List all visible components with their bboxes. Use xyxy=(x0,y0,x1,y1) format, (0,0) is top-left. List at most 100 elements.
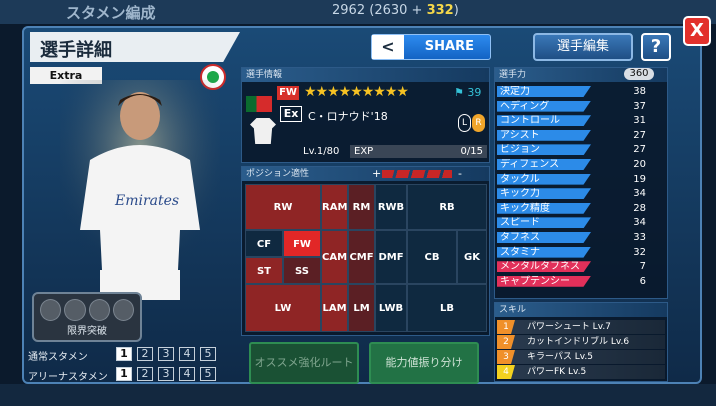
stat-allocate-button[interactable]: 能力値振り分け xyxy=(369,342,479,384)
stat-row: コントロール 31 xyxy=(497,115,666,127)
position-rw: RW xyxy=(245,184,321,230)
share-button[interactable]: < SHARE xyxy=(371,34,491,60)
position-lam: LAM xyxy=(321,284,348,332)
limit-break-panel[interactable]: 限界突破 xyxy=(32,292,142,342)
starter-slot-3[interactable]: 3 xyxy=(158,367,174,381)
position-cf: CF xyxy=(245,230,283,257)
stat-label: メンタルタフネス xyxy=(497,261,591,273)
position-cb: CB xyxy=(407,230,457,284)
stat-label: タックル xyxy=(497,173,591,185)
exp-value: 0/15 xyxy=(460,146,483,157)
limit-slot xyxy=(64,299,86,321)
starter-slot-4[interactable]: 4 xyxy=(179,367,195,381)
player-name: C・ロナウド'18 xyxy=(308,110,388,123)
stat-label: ビジョン xyxy=(497,144,591,156)
position-rwb: RWB xyxy=(375,184,407,230)
stat-row: タフネス 33 xyxy=(497,232,666,243)
limit-slot xyxy=(40,299,62,321)
stat-row: メンタルタフネス 7 xyxy=(497,261,666,273)
stats-total: 360 xyxy=(624,68,654,80)
skill-name: カットインドリブル Lv.6 xyxy=(527,337,630,347)
skill-name: パワーFK Lv.5 xyxy=(527,367,587,377)
background-footer xyxy=(0,384,716,406)
help-button[interactable]: ? xyxy=(641,33,671,61)
foot-right: R xyxy=(472,114,485,132)
starter-slot-4[interactable]: 4 xyxy=(179,347,195,361)
rating-stars: ★★★★★★★★★ xyxy=(304,84,409,100)
stat-label: キャプテンシー xyxy=(497,275,591,287)
position-ss: SS xyxy=(283,257,321,284)
stat-value: 32 xyxy=(633,246,646,258)
stat-value: 27 xyxy=(633,129,646,141)
stat-label: タフネス xyxy=(497,232,591,243)
stat-value: 7 xyxy=(639,261,646,273)
skills-header: スキル xyxy=(495,303,667,317)
position-rb: RB xyxy=(407,184,487,230)
starter-slot-5[interactable]: 5 xyxy=(200,367,216,381)
foot-left: L xyxy=(458,114,471,132)
position-gk: GK xyxy=(457,230,487,284)
position-lb: LB xyxy=(407,284,487,332)
aptitude-legend xyxy=(382,170,452,178)
player-portrait: Emirates xyxy=(60,80,220,300)
skill-row: 4 パワーFK Lv.5 xyxy=(497,365,665,379)
stat-value: 33 xyxy=(633,232,646,243)
stat-value: 27 xyxy=(633,144,646,156)
position-badge: FW xyxy=(277,86,299,100)
player-info-header: 選手情報 xyxy=(242,68,489,82)
starter-slot-2[interactable]: 2 xyxy=(137,367,153,381)
stat-row: タックル 19 xyxy=(497,173,666,185)
stat-row: キック力 34 xyxy=(497,188,666,200)
starter-slot-3[interactable]: 3 xyxy=(158,347,174,361)
stat-value: 20 xyxy=(633,159,646,170)
arena-starter-label: アリーナスタメン xyxy=(28,372,108,383)
starter-slot-1[interactable]: 1 xyxy=(116,347,132,361)
stat-value: 34 xyxy=(633,188,646,200)
starter-slot-2[interactable]: 2 xyxy=(137,347,153,361)
stat-row: ヘディング 37 xyxy=(497,100,666,112)
share-icon: < xyxy=(372,35,404,59)
stat-label: コントロール xyxy=(497,115,591,127)
limit-break-label: 限界突破 xyxy=(67,326,107,337)
close-button[interactable]: X xyxy=(683,16,711,46)
skill-row: 3 キラーパス Lv.5 xyxy=(497,350,665,364)
stat-label: スタミナ xyxy=(497,246,591,258)
stat-row: キック精度 28 xyxy=(497,202,666,214)
skill-name: キラーパス Lv.5 xyxy=(527,352,593,362)
background-title: スタメン編成 xyxy=(66,4,156,22)
skill-row: 1 パワーシュート Lv.7 xyxy=(497,320,665,334)
starter-slot-5[interactable]: 5 xyxy=(200,347,216,361)
stat-label: 決定力 xyxy=(497,86,591,97)
limit-slot xyxy=(112,299,134,321)
position-st: ST xyxy=(245,257,283,284)
skill-row: 2 カットインドリブル Lv.6 xyxy=(497,335,665,349)
minus-label: - xyxy=(458,167,462,180)
position-fw: FW xyxy=(283,230,321,257)
likes-count: ⚑ 39 xyxy=(454,86,482,99)
stat-row: スピード 34 xyxy=(497,217,666,229)
stat-label: アシスト xyxy=(497,129,591,141)
stat-value: 34 xyxy=(633,217,646,229)
stat-row: アシスト 27 xyxy=(497,129,666,141)
position-ram: RAM xyxy=(321,184,348,230)
flag-icon xyxy=(246,96,272,112)
limit-slot xyxy=(88,299,110,321)
position-lm: LM xyxy=(348,284,375,332)
position-lwb: LWB xyxy=(375,284,407,332)
position-rm: RM xyxy=(348,184,375,230)
stat-row: ディフェンス 20 xyxy=(497,159,666,170)
modal-title: 選手詳細 xyxy=(30,32,240,62)
skill-number: 1 xyxy=(497,320,515,334)
normal-starter-label: 通常スタメン xyxy=(28,352,88,363)
edit-player-button[interactable]: 選手編集 xyxy=(533,33,633,61)
stat-value: 28 xyxy=(633,202,646,214)
exp-bar: EXP 0/15 xyxy=(350,145,487,158)
stat-row: キャプテンシー 6 xyxy=(497,275,666,287)
stat-label: ディフェンス xyxy=(497,159,591,170)
ex-badge: Ex xyxy=(280,106,302,122)
starter-slot-1[interactable]: 1 xyxy=(116,367,132,381)
plus-label: + xyxy=(372,167,382,180)
stat-value: 38 xyxy=(633,86,646,97)
stat-row: ビジョン 27 xyxy=(497,144,666,156)
recommend-route-button[interactable]: オススメ強化ルート xyxy=(249,342,359,384)
